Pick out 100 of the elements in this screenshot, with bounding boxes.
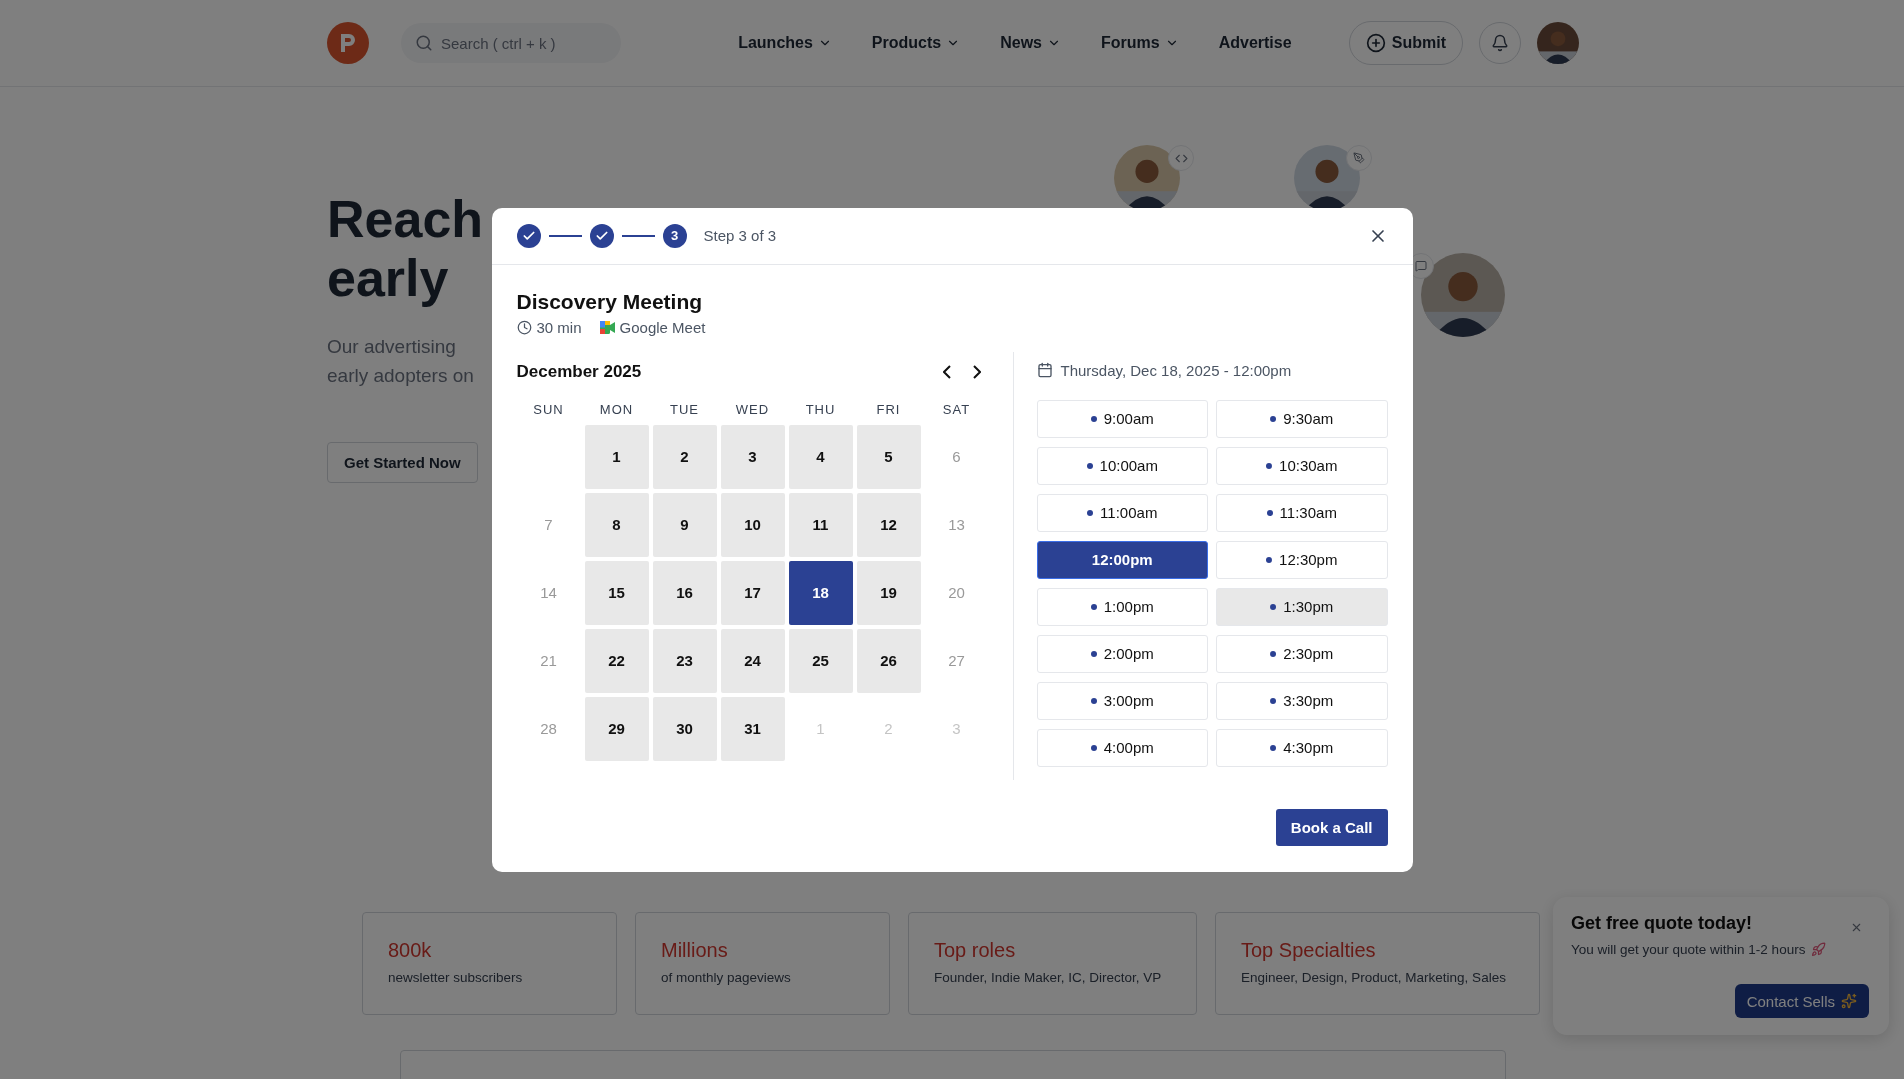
time-slot[interactable]: 9:30am: [1216, 399, 1388, 438]
meeting-title: Discovery Meeting: [516, 288, 704, 315]
chevron-left-icon: [942, 364, 951, 379]
time-slot[interactable]: 12:30pm: [1216, 540, 1388, 579]
time-slot[interactable]: 12:00pm: [1036, 540, 1208, 579]
weekday-label: WED: [734, 401, 771, 417]
calendar-day[interactable]: 17: [720, 560, 785, 625]
notification-button[interactable]: [1479, 22, 1521, 64]
day-number: 7: [543, 515, 554, 535]
calendar-day[interactable]: 22: [584, 628, 649, 693]
hero-title: Reach: [327, 190, 484, 249]
calendar-day[interactable]: 2: [652, 424, 717, 489]
selected-datetime: Thursday, Dec 18, 2025 - 12:00pm: [1060, 361, 1292, 379]
plus-circle-icon: [1365, 33, 1386, 53]
sparkles-icon: [1841, 993, 1857, 1009]
calendar-day[interactable]: 26: [856, 628, 921, 693]
submit-button[interactable]: Submit: [1348, 21, 1463, 65]
hero-title: early: [327, 249, 449, 308]
calendar-day[interactable]: 30: [652, 696, 717, 761]
weekday-label: TUE: [669, 401, 700, 417]
rocket-icon: [1811, 942, 1827, 957]
stat-label: newsletter subscribers: [388, 970, 524, 985]
code-icon: [1168, 145, 1194, 171]
previous-month-button[interactable]: [942, 364, 951, 379]
calendar-day[interactable]: 29: [584, 696, 649, 761]
nav-link[interactable]: Launches: [738, 34, 832, 52]
weekday-label: SUN: [532, 401, 565, 417]
weekday-label: MON: [598, 401, 635, 417]
stat-value: Top roles: [934, 939, 1017, 962]
get-started-button[interactable]: Get Started Now: [327, 442, 478, 483]
pen-icon: [1346, 145, 1372, 171]
hero-subtitle: early adopters on: [327, 364, 474, 388]
video-camera-icon: [599, 320, 615, 334]
logo-icon[interactable]: [327, 22, 369, 64]
day-number: 6: [951, 447, 962, 467]
nav-link[interactable]: Products: [871, 34, 961, 52]
calendar-day[interactable]: 25: [788, 628, 853, 693]
search-field[interactable]: Search ( ctrl + k ): [401, 23, 621, 63]
day-number: 1: [815, 719, 826, 739]
day-number: 21: [539, 651, 558, 671]
platform-text: Google Meet: [619, 318, 706, 336]
calendar-day[interactable]: 18: [788, 560, 853, 625]
book-call-button[interactable]: Book a Call: [1275, 808, 1388, 846]
day-number: 13: [947, 515, 966, 535]
weekday-label: SAT: [941, 401, 972, 417]
day-number: 27: [947, 651, 966, 671]
chevron-right-icon: [972, 364, 981, 379]
calendar-day[interactable]: 12: [856, 492, 921, 557]
calendar-day[interactable]: 24: [720, 628, 785, 693]
time-slot[interactable]: 3:30pm: [1216, 681, 1388, 720]
next-month-button[interactable]: [972, 364, 981, 379]
time-slot[interactable]: 1:30pm: [1216, 587, 1388, 626]
time-slot[interactable]: 4:00pm: [1036, 728, 1208, 767]
calendar-day[interactable]: 19: [856, 560, 921, 625]
time-slot[interactable]: 10:00am: [1036, 446, 1208, 485]
close-icon[interactable]: [1850, 921, 1863, 934]
month-title: December 2025: [516, 361, 642, 382]
day-number: 20: [947, 583, 966, 603]
step-text: Step 3 of 3: [703, 227, 777, 244]
calendar-day[interactable]: 3: [720, 424, 785, 489]
clock-icon: [516, 319, 532, 335]
nav-link[interactable]: Advertise: [1218, 34, 1292, 52]
calendar-day[interactable]: 10: [720, 492, 785, 557]
calendar-day[interactable]: 4: [788, 424, 853, 489]
time-slot[interactable]: 10:30am: [1216, 446, 1388, 485]
calendar-day[interactable]: 5: [856, 424, 921, 489]
hero-subtitle: Our advertising: [327, 335, 456, 359]
calendar-day[interactable]: 31: [720, 696, 785, 761]
calendar-day[interactable]: 1: [584, 424, 649, 489]
time-slot[interactable]: 2:00pm: [1036, 634, 1208, 673]
day-number: 28: [539, 719, 558, 739]
time-slot[interactable]: 4:30pm: [1216, 728, 1388, 767]
calendar-day[interactable]: 16: [652, 560, 717, 625]
stat-value: Millions: [661, 939, 729, 962]
day-number: 14: [539, 583, 558, 603]
day-number: 2: [883, 719, 894, 739]
nav-link[interactable]: Forums: [1101, 34, 1179, 52]
popup-title: Get free quote today!: [1571, 913, 1753, 934]
time-slot[interactable]: 3:00pm: [1036, 681, 1208, 720]
stat-label: Founder, Indie Maker, IC, Director, VP: [934, 970, 1163, 985]
contact-button[interactable]: Contact Sells: [1734, 984, 1869, 1018]
time-slot[interactable]: 2:30pm: [1216, 634, 1388, 673]
weekday-label: THU: [804, 401, 837, 417]
calendar-day[interactable]: 23: [652, 628, 717, 693]
time-slot[interactable]: 11:30am: [1216, 493, 1388, 532]
calendar-day[interactable]: 8: [584, 492, 649, 557]
time-slot[interactable]: 11:00am: [1036, 493, 1208, 532]
duration-text: 30 min: [536, 318, 582, 336]
nav-link[interactable]: News: [1000, 34, 1061, 52]
time-slot[interactable]: 1:00pm: [1036, 587, 1208, 626]
calendar-day[interactable]: 9: [652, 492, 717, 557]
day-number: 3: [951, 719, 962, 739]
stat-value: 800k: [388, 939, 433, 962]
popup-text: You will get your quote within 1-2 hours: [1571, 942, 1806, 957]
calendar-day[interactable]: 15: [584, 560, 649, 625]
weekday-label: FRI: [875, 401, 902, 417]
stat-value: Top Specialties: [1241, 939, 1377, 962]
time-slot[interactable]: 9:00am: [1036, 399, 1208, 438]
calendar-day[interactable]: 11: [788, 492, 853, 557]
bell-icon: [1491, 34, 1509, 52]
